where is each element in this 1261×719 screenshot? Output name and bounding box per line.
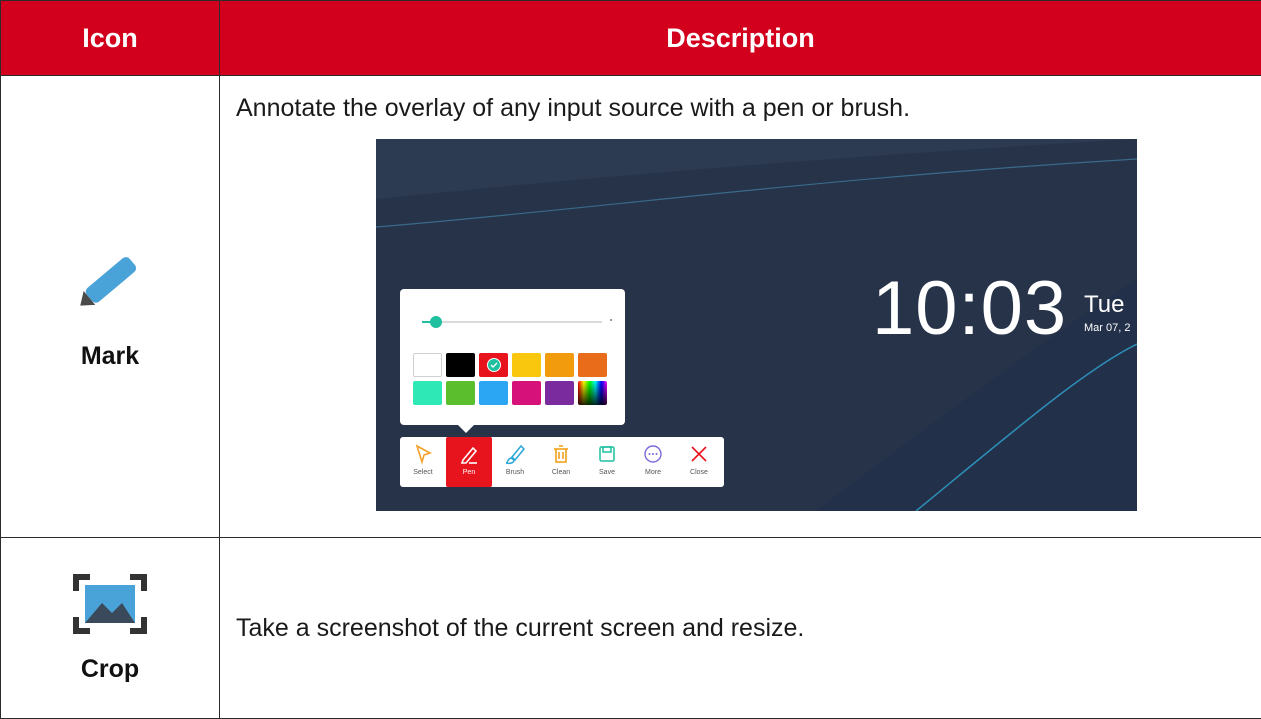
icon-cell-mark: Mark — [1, 76, 220, 538]
clock-day: Tue — [1084, 291, 1124, 319]
description-cell-mark: Annotate the overlay of any input source… — [220, 76, 1261, 538]
color-swatch[interactable] — [446, 381, 475, 405]
color-swatch[interactable] — [446, 353, 475, 377]
color-swatch[interactable] — [578, 353, 607, 377]
tool-more-button[interactable]: More — [630, 437, 676, 487]
pen-icon — [458, 443, 480, 465]
tool-select-button[interactable]: Select — [400, 437, 446, 487]
crop-image-icon — [72, 573, 148, 635]
tool-label: More — [645, 469, 661, 476]
icon-cell-crop: Crop — [1, 538, 220, 719]
check-icon — [487, 358, 501, 372]
mark-label: Mark — [1, 342, 219, 371]
color-swatch[interactable] — [545, 381, 574, 405]
color-swatch[interactable] — [512, 353, 541, 377]
brush-size-end-dot — [610, 319, 612, 321]
brush-icon — [504, 443, 526, 465]
brush-size-track[interactable] — [422, 321, 602, 323]
pen-icon — [70, 242, 150, 322]
mark-description: Annotate the overlay of any input source… — [236, 94, 1261, 123]
more-icon — [642, 443, 664, 465]
table-header: Icon Description — [1, 1, 1261, 76]
annotation-screenshot: 10:03 Tue Mar 07, 2 SelectPenBrushCleanS… — [376, 139, 1137, 511]
trash-icon — [550, 443, 572, 465]
tool-close-button[interactable]: Close — [676, 437, 722, 487]
description-cell-crop: Take a screenshot of the current screen … — [220, 538, 1261, 719]
color-swatch[interactable] — [578, 381, 607, 405]
tool-label: Pen — [463, 469, 475, 476]
select-arrow-icon — [412, 443, 434, 465]
feature-table: Icon Description Mark Annotate the overl… — [0, 0, 1261, 719]
table-row: Crop Take a screenshot of the current sc… — [1, 538, 1261, 719]
pen-palette-popup — [400, 289, 625, 425]
save-icon — [596, 443, 618, 465]
tool-label: Select — [413, 469, 432, 476]
color-swatch[interactable] — [479, 381, 508, 405]
clock-time: 10:03 — [872, 271, 1067, 347]
tool-label: Brush — [506, 469, 524, 476]
popup-caret — [458, 425, 474, 433]
crop-description: Take a screenshot of the current screen … — [236, 614, 1261, 643]
close-icon — [688, 443, 710, 465]
clock-date: Mar 07, 2 — [1084, 322, 1130, 334]
description-column-header: Description — [220, 1, 1261, 76]
color-swatch[interactable] — [413, 381, 442, 405]
icon-column-header: Icon — [1, 1, 220, 76]
color-swatch[interactable] — [545, 353, 574, 377]
tool-brush-button[interactable]: Brush — [492, 437, 538, 487]
table-row: Mark Annotate the overlay of any input s… — [1, 76, 1261, 538]
tool-label: Clean — [552, 469, 570, 476]
tool-label: Close — [690, 469, 708, 476]
brush-size-knob[interactable] — [430, 316, 442, 328]
annotation-toolbar: Select Pen Brush Clean Save More Close — [400, 437, 724, 487]
color-swatch[interactable] — [479, 353, 508, 377]
crop-label: Crop — [1, 655, 219, 684]
tool-save-button[interactable]: Save — [584, 437, 630, 487]
tool-pen-button[interactable]: Pen — [446, 437, 492, 487]
color-swatch[interactable] — [512, 381, 541, 405]
color-swatches — [413, 353, 607, 405]
tool-label: Save — [599, 469, 615, 476]
color-swatch[interactable] — [413, 353, 442, 377]
tool-clean-button[interactable]: Clean — [538, 437, 584, 487]
